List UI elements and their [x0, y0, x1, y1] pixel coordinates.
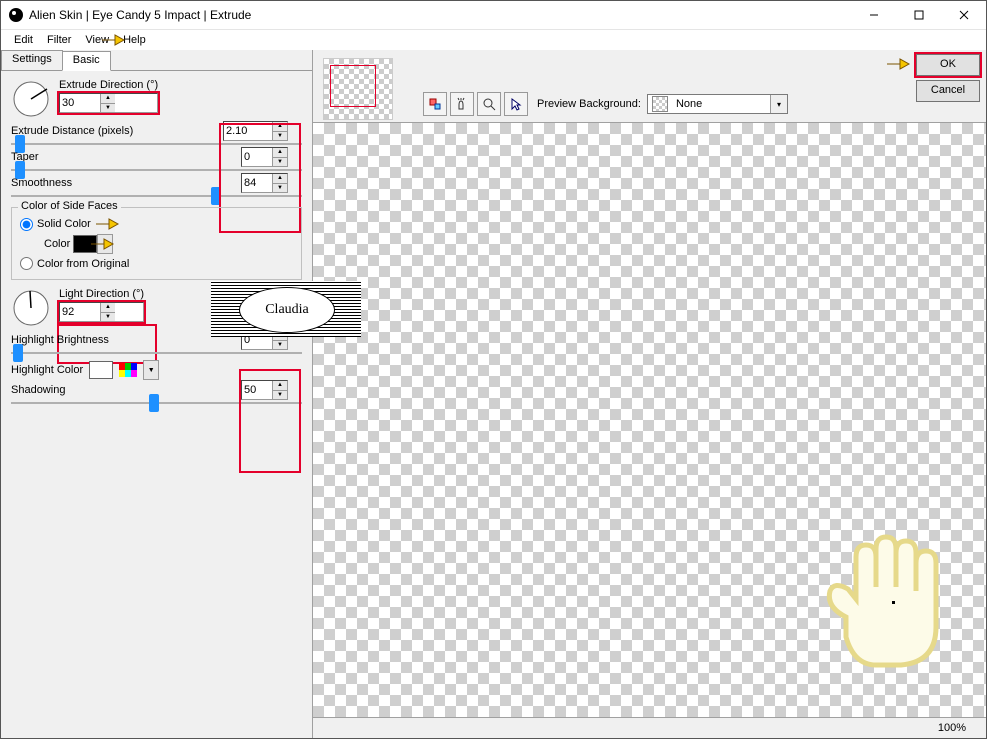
color-from-original-radio[interactable] — [20, 257, 33, 270]
pointer-tool-button[interactable] — [504, 92, 528, 116]
color-swatch[interactable] — [73, 235, 97, 253]
zoom-tool-button[interactable] — [477, 92, 501, 116]
highlight-color-dropdown[interactable]: ▼ — [143, 360, 159, 380]
extrude-direction-input[interactable] — [60, 94, 100, 112]
maximize-button[interactable] — [896, 1, 941, 29]
minimize-button[interactable] — [851, 1, 896, 29]
shadowing-slider[interactable] — [11, 402, 302, 404]
taper-input[interactable] — [242, 148, 272, 166]
tab-settings[interactable]: Settings — [1, 50, 63, 70]
navigator-viewport[interactable] — [330, 65, 376, 107]
spin-down-icon[interactable]: ▼ — [101, 104, 115, 113]
navigator-thumbnail[interactable] — [323, 58, 393, 120]
smoothness-spinner[interactable]: ▲▼ — [241, 173, 288, 193]
color-side-faces-label: Color of Side Faces — [18, 200, 121, 212]
close-button[interactable] — [941, 1, 986, 29]
spin-up-icon[interactable]: ▲ — [101, 94, 115, 104]
menu-edit[interactable]: Edit — [7, 32, 40, 48]
extrude-distance-slider[interactable] — [11, 143, 302, 145]
extrude-direction-spinner[interactable]: ▲▼ — [59, 93, 158, 113]
smoothness-slider[interactable] — [11, 195, 302, 197]
preview-area[interactable] — [313, 123, 986, 717]
color-side-faces-group: Color of Side Faces Solid Color Color ▼ — [11, 207, 302, 280]
slider-thumb[interactable] — [149, 394, 159, 412]
shadowing-spinner[interactable]: ▲▼ — [241, 380, 288, 400]
cancel-button[interactable]: Cancel — [916, 80, 980, 102]
checker-icon — [652, 96, 668, 112]
pointer-hand-icon — [886, 57, 910, 71]
tab-basic[interactable]: Basic — [62, 51, 111, 71]
taper-spinner[interactable]: ▲▼ — [241, 147, 288, 167]
highlight-color-label: Highlight Color — [11, 364, 83, 376]
menu-view[interactable]: View — [78, 32, 116, 48]
preview-panel: Preview Background: None ▾ OK Cancel — [313, 50, 986, 738]
ok-button[interactable]: OK — [916, 54, 980, 76]
menubar: Edit Filter View Help — [1, 30, 986, 50]
pointer-hand-icon — [95, 217, 119, 231]
slider-thumb[interactable] — [211, 187, 221, 205]
titlebar: Alien Skin | Eye Candy 5 Impact | Extrud… — [1, 1, 986, 30]
light-direction-dial[interactable] — [11, 288, 51, 328]
preview-background-value: None — [672, 98, 770, 110]
settings-panel: Settings Basic Claudia Extrude Direction… — [1, 50, 313, 738]
smoothness-input[interactable] — [242, 174, 272, 192]
statusbar: 100% — [313, 717, 986, 738]
window-title: Alien Skin | Eye Candy 5 Impact | Extrud… — [29, 8, 851, 22]
solid-color-label: Solid Color — [37, 218, 91, 230]
tabs: Settings Basic — [1, 50, 312, 71]
extrude-direction-dial[interactable] — [11, 79, 51, 119]
preview-header: Preview Background: None ▾ OK Cancel — [313, 50, 986, 123]
highlight-brightness-slider[interactable] — [11, 352, 302, 354]
menu-help[interactable]: Help — [116, 32, 153, 48]
watermark-text: Claudia — [239, 287, 335, 333]
shadowing-input[interactable] — [242, 381, 272, 399]
color-dropdown[interactable]: ▼ — [97, 234, 113, 254]
reset-view-button[interactable] — [423, 92, 447, 116]
watermark: Claudia — [211, 281, 361, 337]
light-direction-spinner[interactable]: ▲▼ — [59, 302, 144, 322]
color-from-original-label: Color from Original — [37, 258, 129, 270]
zoom-level: 100% — [938, 722, 966, 734]
app-icon — [9, 8, 23, 22]
solid-color-radio[interactable] — [20, 218, 33, 231]
extrude-distance-spinner[interactable]: ▲▼ — [223, 121, 288, 141]
hand-tool-button[interactable] — [450, 92, 474, 116]
color-label: Color — [44, 238, 70, 250]
extrude-direction-label: Extrude Direction (°) — [59, 79, 158, 91]
preview-background-count-label: Preview Background: — [537, 98, 641, 110]
extrude-distance-input[interactable] — [224, 122, 272, 140]
rainbow-icon[interactable] — [119, 363, 137, 377]
preview-background-combo[interactable]: None ▾ — [647, 94, 788, 114]
light-direction-label: Light Direction (°) — [59, 288, 144, 300]
taper-slider[interactable] — [11, 169, 302, 171]
hand-cursor-graphic — [806, 527, 966, 677]
light-direction-input[interactable] — [60, 303, 100, 321]
chevron-down-icon[interactable]: ▾ — [770, 95, 787, 113]
menu-filter[interactable]: Filter — [40, 32, 78, 48]
highlight-color-swatch[interactable] — [89, 361, 113, 379]
